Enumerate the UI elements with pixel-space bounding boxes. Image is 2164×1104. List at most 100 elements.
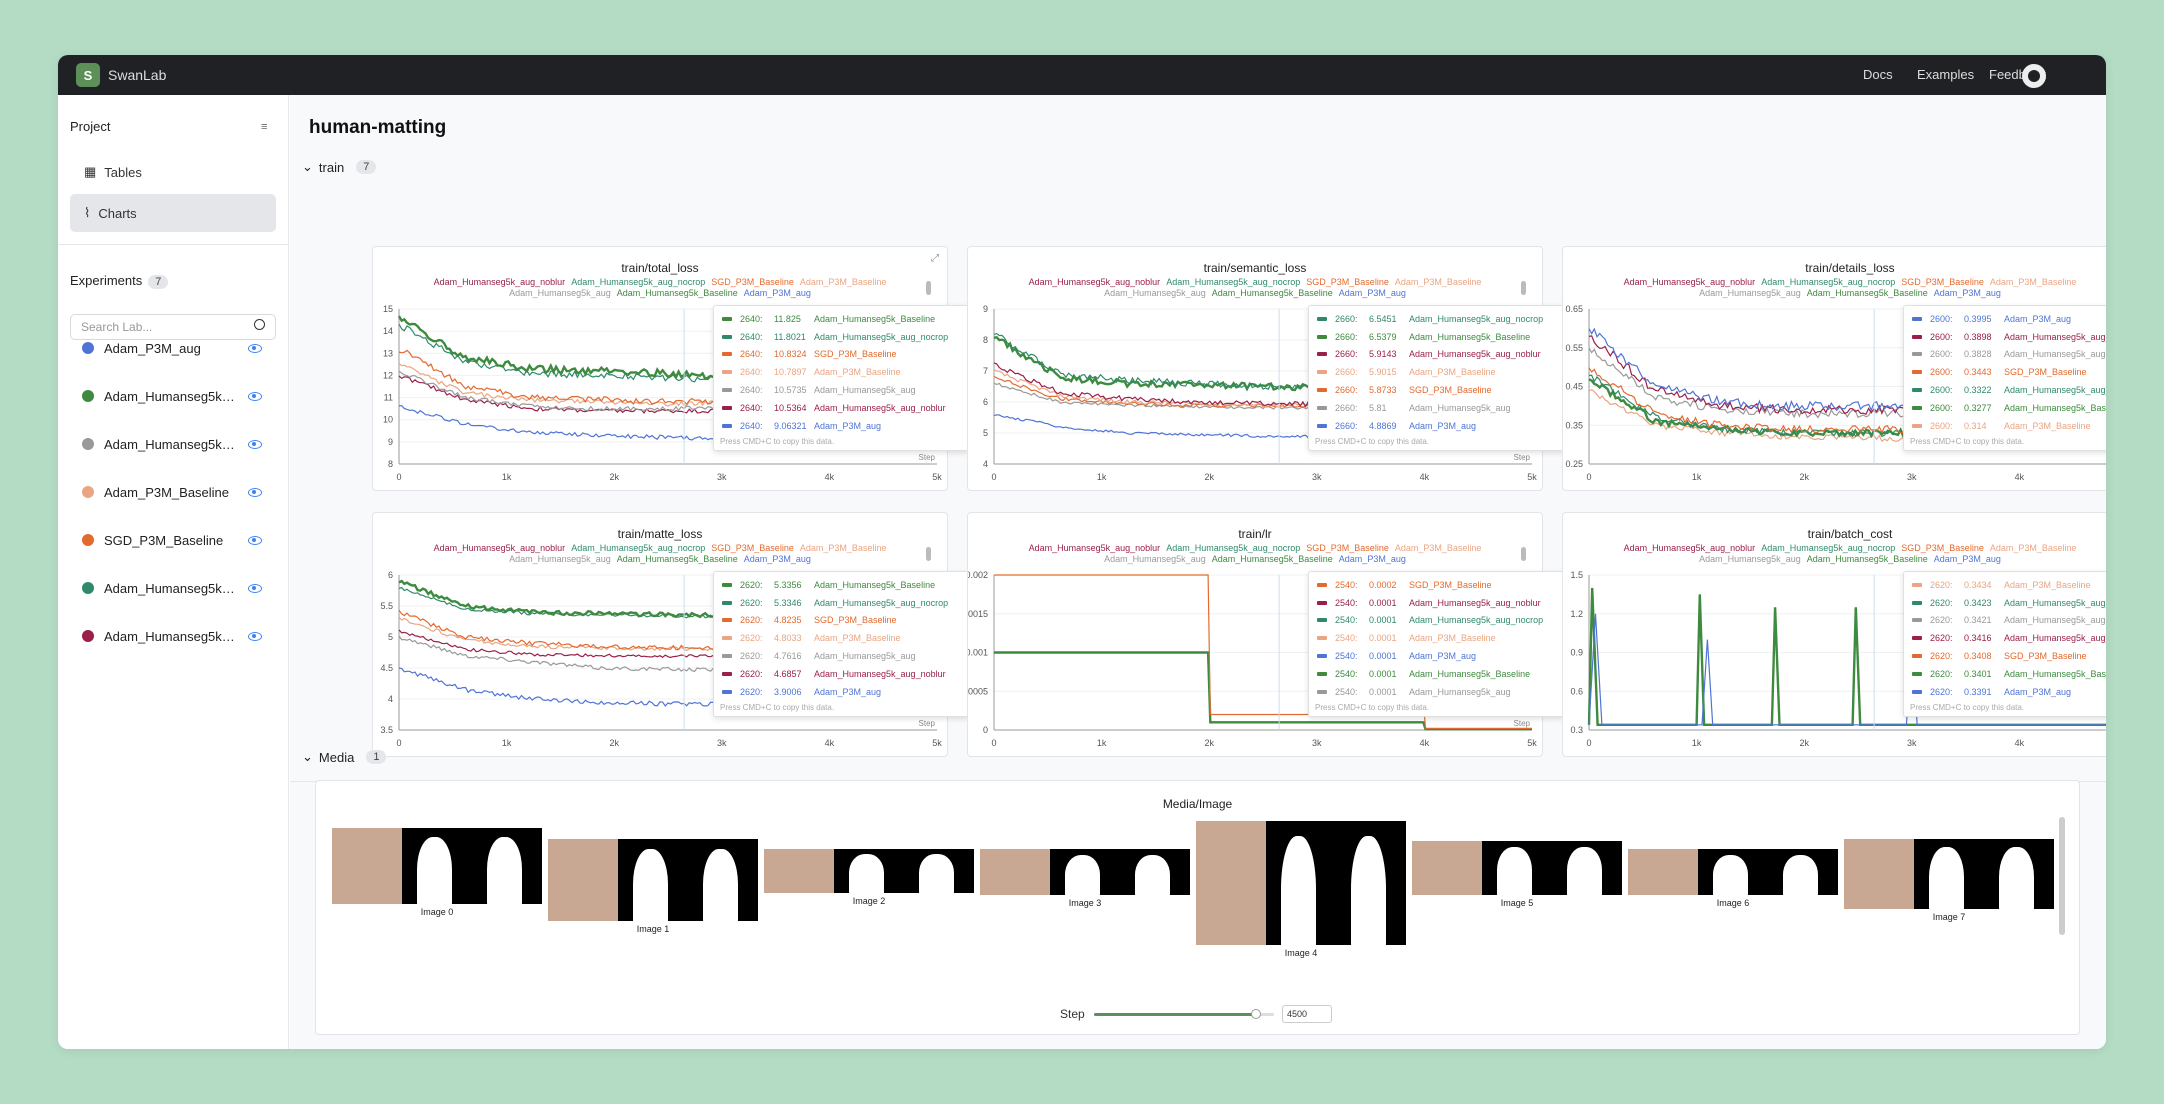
y-tick-label: 0.35: [1565, 420, 1583, 430]
y-tick-label: 0.6: [1570, 686, 1583, 696]
image-thumbnail[interactable]: Image 5: [1412, 841, 1622, 908]
sidebar-item-charts[interactable]: ⌇ Charts: [70, 194, 276, 232]
experiment-item[interactable]: Adam_P3M_aug: [70, 333, 276, 363]
eye-icon[interactable]: [248, 391, 262, 401]
nav-docs-link[interactable]: Docs: [1863, 55, 1893, 95]
experiment-item[interactable]: SGD_P3M_Baseline: [70, 525, 276, 555]
tooltip-value: 0.3391: [1964, 686, 1992, 697]
experiment-item[interactable]: Adam_P3M_Baseline: [70, 477, 276, 507]
image-thumbnail[interactable]: Image 2: [764, 849, 974, 906]
tooltip-row: 2660: 4.8869 Adam_P3M_aug: [1315, 417, 1557, 435]
eye-icon[interactable]: [248, 343, 262, 353]
y-tick-label: 4: [388, 694, 393, 704]
eye-icon[interactable]: [248, 487, 262, 497]
image-thumbnail[interactable]: Image 6: [1628, 849, 1838, 908]
legend-scrollbar[interactable]: [926, 547, 931, 561]
y-tick-label: 0: [983, 725, 988, 735]
experiment-name: Adam_Humanseg5k_aug: [104, 436, 242, 452]
tooltip-row: 2600: 0.3322 Adam_Humanseg5k_aug_nocrop: [1910, 381, 2106, 399]
tooltip-series-name: Adam_Humanseg5k_aug_nocrop: [2004, 597, 2106, 608]
tooltip-series-name: Adam_Humanseg5k_Baseline: [1409, 668, 1531, 679]
tooltip-value: 0.0001: [1369, 597, 1397, 608]
tooltip-value: 5.9143: [1369, 349, 1397, 360]
photo-image: [548, 839, 618, 921]
nav-examples-link[interactable]: Examples: [1917, 55, 1974, 95]
tooltip-row: 2640: 10.5364 Adam_Humanseg5k_aug_noblur: [720, 399, 962, 417]
experiment-name: Adam_Humanseg5k_a...: [104, 628, 242, 644]
series-swatch: [722, 316, 732, 321]
image-pair: [1196, 821, 1406, 945]
experiment-item[interactable]: Adam_Humanseg5k_a...: [70, 621, 276, 651]
tooltip-row: 2660: 5.81 Adam_Humanseg5k_aug: [1315, 399, 1557, 417]
tooltip-series-name: Adam_P3M_aug: [2004, 686, 2072, 697]
eye-icon[interactable]: [248, 583, 262, 593]
x-axis-label: Step: [919, 453, 936, 462]
tooltip-step: 2620:: [1930, 668, 1953, 679]
tooltip-step: 2660:: [1335, 331, 1358, 342]
tooltip-row: 2640: 10.7897 Adam_P3M_Baseline: [720, 363, 962, 381]
github-icon[interactable]: [2022, 64, 2046, 88]
image-pair: [1844, 839, 2054, 909]
tooltip-step: 2640:: [740, 331, 763, 342]
image-thumbnail[interactable]: Image 0: [332, 828, 542, 917]
gallery-scrollbar[interactable]: [2059, 817, 2065, 935]
tooltip-value: 0.3828: [1964, 349, 1992, 360]
collapse-sidebar-icon[interactable]: ≡: [261, 121, 267, 133]
tooltip-value: 5.3356: [774, 579, 802, 590]
experiment-item[interactable]: Adam_Humanseg5k_B...: [70, 381, 276, 411]
y-tick-label: 0.001: [968, 648, 988, 658]
image-thumbnail[interactable]: Image 3: [980, 849, 1190, 908]
tooltip-row: 2620: 0.3401 Adam_Humanseg5k_Baseline: [1910, 665, 2106, 683]
legend-scrollbar[interactable]: [1521, 281, 1526, 295]
step-slider[interactable]: [1094, 1009, 1274, 1019]
tooltip-series-name: Adam_P3M_Baseline: [2004, 420, 2091, 431]
x-tick-label: 0: [1586, 472, 1591, 482]
tooltip-step: 2620:: [740, 597, 763, 608]
x-tick-label: 1k: [1692, 738, 1702, 748]
tooltip-row: 2600: 0.314 Adam_P3M_Baseline: [1910, 417, 2106, 435]
section-label: train: [318, 159, 345, 175]
sidebar: Project ≡ ▦ Tables ⌇ Charts Experiments 7 S…: [58, 95, 289, 1049]
image-thumbnail[interactable]: Image 7: [1844, 839, 2054, 922]
chart-tooltip: 2660: 6.5451 Adam_Humanseg5k_aug_nocrop 266…: [1308, 305, 1564, 451]
swanlab-logo-icon[interactable]: S: [76, 63, 100, 87]
chart-card: train/details_loss Adam_Humanseg5k_aug_no…: [1562, 246, 2106, 491]
x-tick-label: 3k: [1312, 738, 1322, 748]
image-thumbnail[interactable]: Image 4: [1196, 821, 1406, 958]
eye-icon[interactable]: [248, 535, 262, 545]
experiment-item[interactable]: Adam_Humanseg5k_aug: [70, 429, 276, 459]
tooltip-step: 2620:: [740, 651, 763, 662]
experiment-item[interactable]: Adam_Humanseg5k_a...: [70, 573, 276, 603]
eye-icon[interactable]: [248, 439, 262, 449]
x-tick-label: 5k: [932, 472, 942, 482]
brand-name[interactable]: SwanLab: [108, 55, 166, 95]
tooltip-row: 2660: 5.8733 SGD_P3M_Baseline: [1315, 381, 1557, 399]
expand-icon[interactable]: ⤢: [931, 253, 939, 264]
tooltip-value: 4.8235: [774, 615, 802, 626]
series-swatch: [1912, 334, 1922, 339]
series-swatch: [1317, 618, 1327, 623]
tooltip-series-name: Adam_Humanseg5k_aug_nocrop: [814, 331, 949, 342]
tooltip-value: 0.314: [1964, 420, 1987, 431]
tooltip-row: 2600: 0.3443 SGD_P3M_Baseline: [1910, 363, 2106, 381]
legend-scrollbar[interactable]: [1521, 547, 1526, 561]
series-swatch: [1912, 405, 1922, 410]
tooltip-step: 2620:: [1930, 686, 1953, 697]
tooltip-step: 2540:: [1335, 597, 1358, 608]
chevron-down-icon: ⌄: [302, 159, 313, 174]
y-tick-label: 3.5: [380, 725, 393, 735]
mask-image: [1482, 841, 1552, 895]
experiment-color-dot: [82, 390, 94, 402]
image-thumbnail[interactable]: Image 1: [548, 839, 758, 934]
tooltip-row: 2620: 3.9006 Adam_P3M_aug: [720, 683, 962, 701]
step-number-input[interactable]: 4500: [1282, 1005, 1332, 1023]
eye-icon[interactable]: [248, 631, 262, 641]
sidebar-item-tables[interactable]: ▦ Tables: [70, 153, 276, 191]
y-tick-label: 4.5: [380, 663, 393, 673]
step-slider-handle[interactable]: [1251, 1009, 1261, 1019]
search-icon[interactable]: [254, 319, 265, 330]
media-section-header[interactable]: ⌄ Media 1: [302, 749, 387, 765]
train-section-header[interactable]: ⌄ train 7: [302, 159, 377, 175]
legend-scrollbar[interactable]: [926, 281, 931, 295]
chart-tooltip: 2640: 11.825 Adam_Humanseg5k_Baseline 2640:…: [713, 305, 969, 451]
